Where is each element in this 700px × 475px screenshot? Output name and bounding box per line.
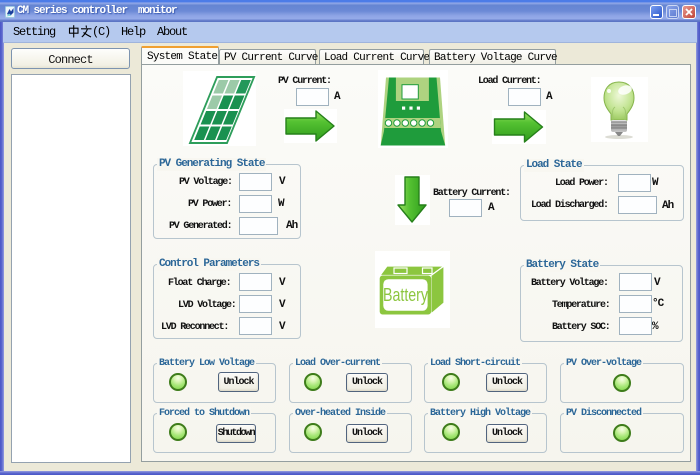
svg-text:Battery: Battery: [383, 285, 428, 305]
